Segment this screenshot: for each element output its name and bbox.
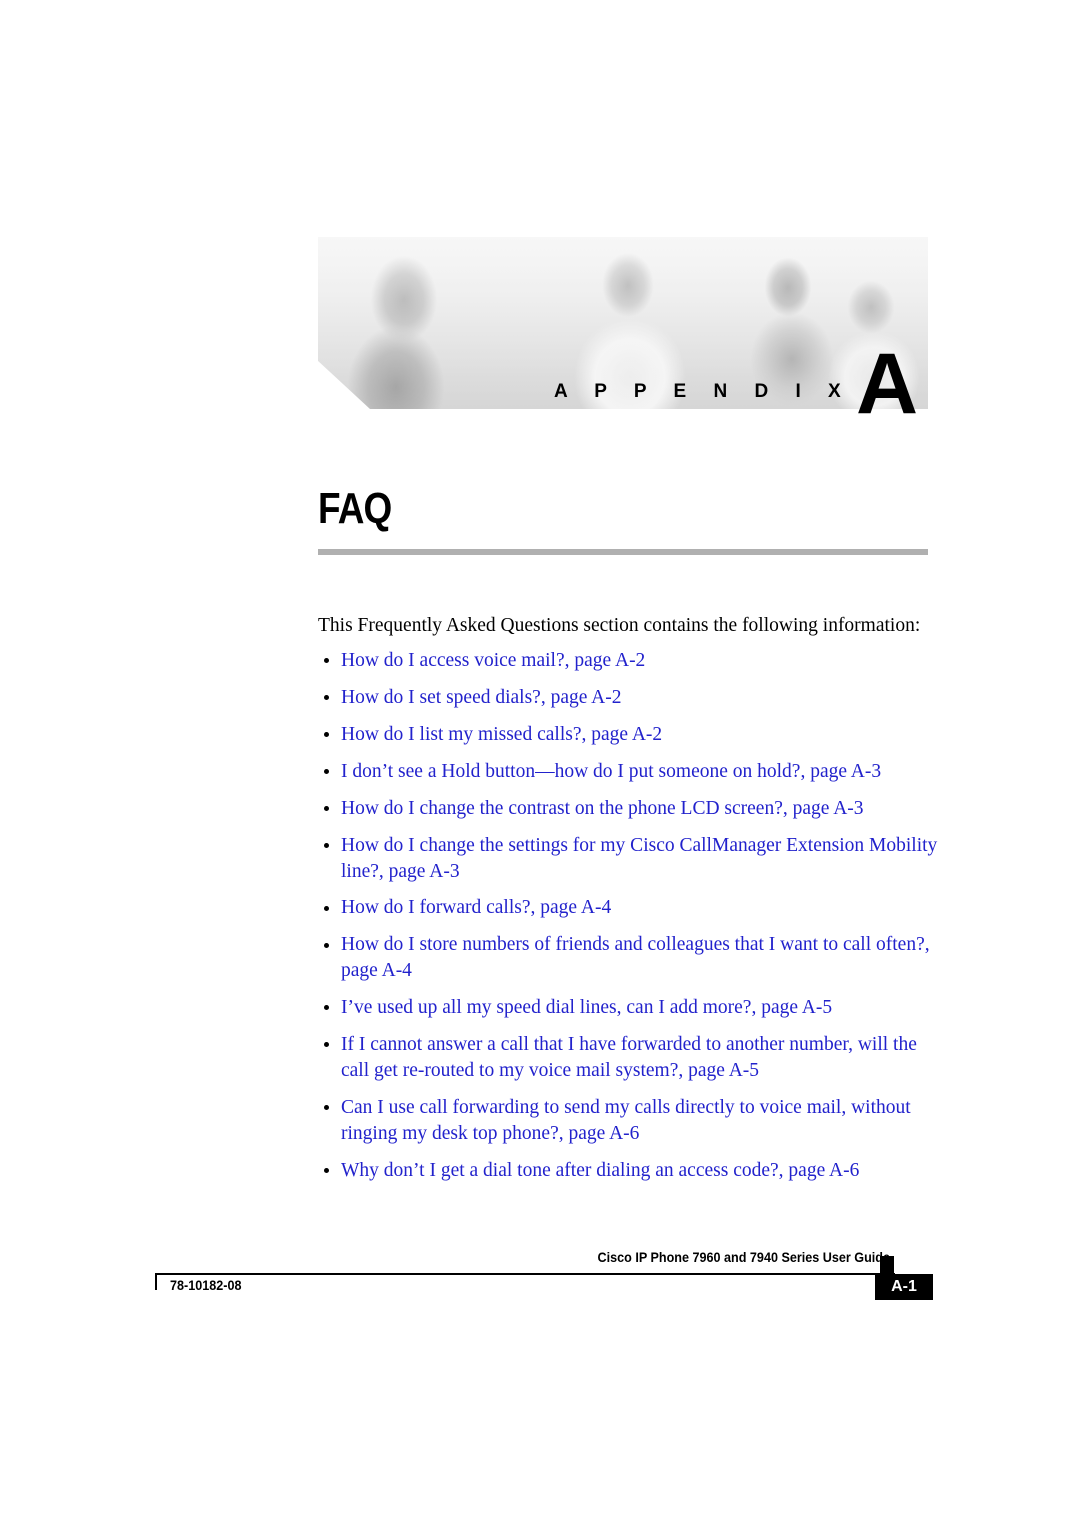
faq-link-list: How do I access voice mail?, page A-2 Ho… bbox=[318, 648, 938, 1195]
appendix-banner: A P P E N D I X A bbox=[318, 237, 928, 427]
faq-link[interactable]: I’ve used up all my speed dial lines, ca… bbox=[341, 997, 832, 1018]
list-item[interactable]: Can I use call forwarding to send my cal… bbox=[318, 1095, 938, 1147]
list-item[interactable]: How do I list my missed calls?, page A-2 bbox=[318, 722, 938, 748]
appendix-letter-label: A bbox=[856, 336, 919, 432]
list-item[interactable]: I’ve used up all my speed dial lines, ca… bbox=[318, 995, 938, 1021]
faq-link[interactable]: If I cannot answer a call that I have fo… bbox=[341, 1034, 917, 1081]
list-item[interactable]: How do I change the settings for my Cisc… bbox=[318, 833, 938, 885]
faq-link[interactable]: How do I set speed dials?, page A-2 bbox=[341, 687, 622, 708]
title-divider bbox=[318, 549, 928, 555]
bullet-dot-icon bbox=[324, 768, 329, 774]
list-item[interactable]: How do I set speed dials?, page A-2 bbox=[318, 685, 938, 711]
faq-link[interactable]: How do I change the settings for my Cisc… bbox=[341, 835, 937, 882]
bullet-dot-icon bbox=[324, 1167, 329, 1173]
faq-link[interactable]: Can I use call forwarding to send my cal… bbox=[341, 1097, 911, 1144]
bullet-dot-icon bbox=[324, 805, 329, 811]
list-item[interactable]: If I cannot answer a call that I have fo… bbox=[318, 1032, 938, 1084]
list-item[interactable]: How do I access voice mail?, page A-2 bbox=[318, 648, 938, 674]
page-number-badge: A-1 bbox=[875, 1274, 933, 1300]
bullet-dot-icon bbox=[324, 842, 329, 848]
footer-square-marker bbox=[880, 1256, 894, 1273]
bullet-dot-icon bbox=[324, 1005, 329, 1011]
bullet-dot-icon bbox=[324, 731, 329, 737]
list-item[interactable]: How do I store numbers of friends and co… bbox=[318, 932, 938, 984]
document-number: 78-10182-08 bbox=[170, 1277, 242, 1293]
footer-left-tick bbox=[155, 1273, 157, 1290]
page-title: FAQ bbox=[318, 484, 392, 533]
faq-link[interactable]: How do I forward calls?, page A-4 bbox=[341, 897, 611, 918]
bullet-dot-icon bbox=[324, 942, 329, 948]
intro-paragraph: This Frequently Asked Questions section … bbox=[318, 615, 921, 636]
appendix-word-label: A P P E N D I X bbox=[554, 381, 852, 402]
faq-link[interactable]: How do I access voice mail?, page A-2 bbox=[341, 650, 645, 671]
document-page: A P P E N D I X A FAQ This Frequently As… bbox=[0, 0, 1080, 1528]
footer-guide-title: Cisco IP Phone 7960 and 7940 Series User… bbox=[597, 1249, 890, 1265]
faq-link[interactable]: How do I list my missed calls?, page A-2 bbox=[341, 724, 662, 745]
footer-divider bbox=[155, 1273, 895, 1275]
faq-link[interactable]: Why don’t I get a dial tone after dialin… bbox=[341, 1160, 859, 1181]
faq-link[interactable]: How do I store numbers of friends and co… bbox=[341, 934, 930, 981]
bullet-dot-icon bbox=[324, 905, 329, 911]
list-item[interactable]: How do I forward calls?, page A-4 bbox=[318, 895, 938, 921]
bullet-dot-icon bbox=[324, 658, 329, 664]
list-item[interactable]: I don’t see a Hold button—how do I put s… bbox=[318, 759, 938, 785]
list-item[interactable]: How do I change the contrast on the phon… bbox=[318, 796, 938, 822]
faq-link[interactable]: I don’t see a Hold button—how do I put s… bbox=[341, 761, 881, 782]
faq-link[interactable]: How do I change the contrast on the phon… bbox=[341, 798, 864, 819]
list-item[interactable]: Why don’t I get a dial tone after dialin… bbox=[318, 1158, 938, 1184]
bullet-dot-icon bbox=[324, 1042, 329, 1048]
bullet-dot-icon bbox=[324, 1105, 329, 1111]
bullet-dot-icon bbox=[324, 695, 329, 701]
